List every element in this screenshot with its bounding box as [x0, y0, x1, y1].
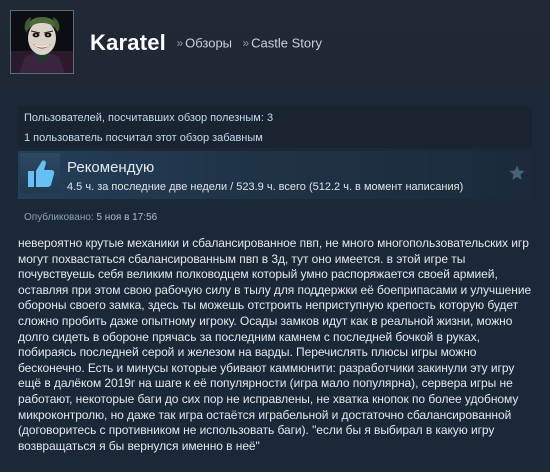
user-avatar[interactable] — [10, 10, 74, 74]
breadcrumb-game-link[interactable]: Castle Story — [251, 36, 322, 51]
review-header: Karatel » Обзоры » Castle Story — [0, 0, 550, 88]
breadcrumb-separator: » — [242, 36, 250, 50]
breadcrumb: Karatel » Обзоры » Castle Story — [90, 30, 322, 56]
review-verdict-box: Рекомендую 4.5 ч. за последние две недел… — [18, 151, 532, 199]
verdict-title: Рекомендую — [67, 159, 155, 176]
breadcrumb-separator: » — [176, 36, 184, 50]
breadcrumb-reviews-link[interactable]: Обзоры — [185, 36, 232, 51]
playtime-hours: 4.5 ч. за последние две недели / 523.9 ч… — [67, 181, 464, 193]
helpful-ratings-box: Пользователей, посчитавших обзор полезны… — [18, 106, 532, 148]
helpful-count-text: Пользователей, посчитавших обзор полезны… — [24, 112, 274, 124]
joker-avatar-image — [11, 11, 73, 73]
username-link[interactable]: Karatel — [90, 30, 166, 55]
posted-label: Опубликовано: — [24, 212, 94, 223]
posted-date: Опубликовано: 5 ноя в 17:56 — [24, 212, 157, 223]
posted-date-value: 5 ноя в 17:56 — [96, 212, 158, 223]
funny-count-text: 1 пользователь посчитал этот обзор забав… — [24, 132, 263, 144]
thumbs-up-icon — [20, 153, 60, 193]
review-text: невероятно крутые механики и сбалансиров… — [18, 236, 532, 453]
star-icon[interactable] — [508, 164, 526, 182]
